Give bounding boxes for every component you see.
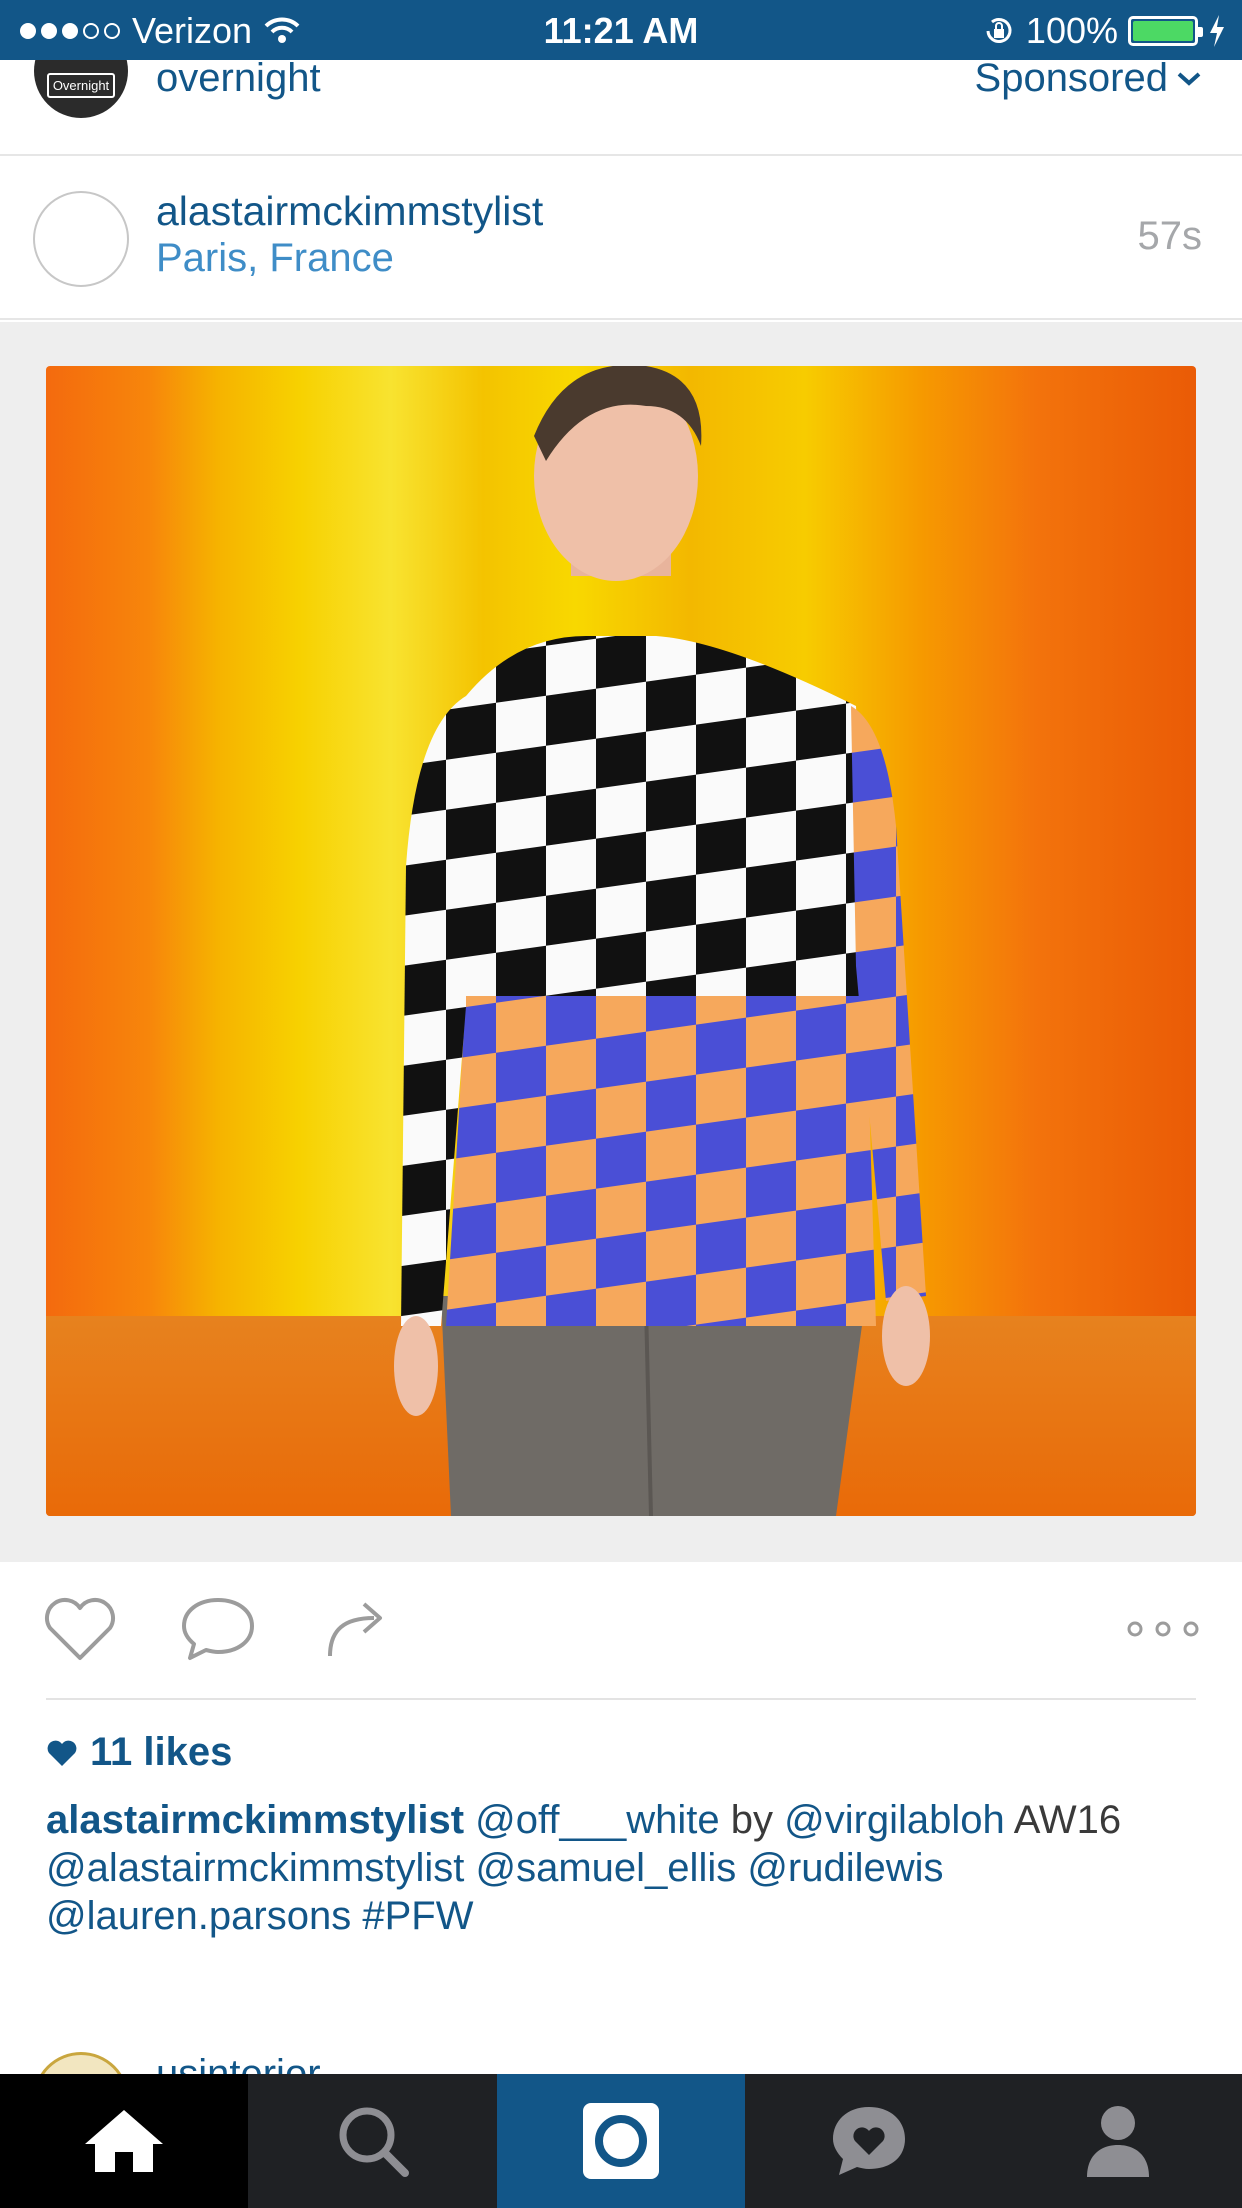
divider	[46, 1698, 1196, 1700]
post-media[interactable]	[0, 322, 1242, 1562]
post-username[interactable]: alastairmckimmstylist	[156, 188, 543, 235]
likes-count[interactable]: 11 likes	[46, 1730, 232, 1775]
likes-text: 11 likes	[90, 1730, 233, 1774]
activity-icon	[833, 2107, 906, 2175]
tab-search[interactable]	[248, 2074, 496, 2208]
avatar[interactable]	[33, 191, 129, 287]
more-options-button[interactable]	[1118, 1594, 1208, 1664]
tab-home[interactable]	[0, 2074, 249, 2208]
status-right: 100%	[982, 10, 1226, 52]
profile-icon	[1086, 2106, 1149, 2177]
battery-icon	[1128, 16, 1203, 46]
next-post-header: usinterior	[0, 2040, 1242, 2074]
home-icon	[85, 2110, 164, 2172]
share-arrow-icon	[328, 1602, 382, 1657]
tab-profile[interactable]	[994, 2074, 1242, 2208]
caption-owner[interactable]: alastairmckimmstylist	[46, 1798, 464, 1842]
charging-icon	[1210, 15, 1224, 47]
post-header: alastairmckimmstylist Paris, France 57s	[0, 156, 1242, 320]
caption-text: by	[719, 1798, 785, 1842]
next-post-username[interactable]: usinterior	[156, 2052, 321, 2074]
camera-icon	[582, 2103, 659, 2179]
rotation-lock-icon	[986, 18, 1012, 43]
post-location[interactable]: Paris, France	[156, 236, 394, 281]
post-timestamp: 57s	[1137, 214, 1203, 258]
comment-icon	[182, 1598, 254, 1660]
sponsored-label[interactable]: Sponsored	[975, 60, 1202, 101]
sponsored-text: Sponsored	[974, 60, 1168, 100]
tab-camera[interactable]	[496, 2074, 746, 2208]
caption-mention[interactable]: @virgilabloh	[784, 1798, 1005, 1842]
caption-mention[interactable]: @off___white	[464, 1798, 719, 1842]
avatar[interactable]: Overnight	[34, 60, 128, 118]
post-caption: alastairmckimmstylist @off___white by @v…	[46, 1796, 1206, 1940]
post-photo[interactable]	[46, 366, 1196, 1516]
comment-button[interactable]	[178, 1594, 258, 1664]
caption-text: AW16	[1004, 1798, 1122, 1842]
tab-bar	[0, 2074, 1242, 2208]
battery-percent: 100%	[1025, 10, 1118, 51]
model-figure-illustration	[394, 366, 930, 1516]
heart-filled-icon	[47, 1740, 77, 1766]
overnight-logo: Overnight	[46, 73, 116, 98]
post-actions	[0, 1562, 1242, 1698]
more-dots-icon	[1127, 1621, 1199, 1637]
like-button[interactable]	[40, 1594, 120, 1664]
status-bar: Verizon 11:21 AM 100%	[0, 0, 1242, 60]
search-icon	[339, 2107, 409, 2177]
share-button[interactable]	[316, 1594, 396, 1664]
sponsored-username[interactable]: overnight	[156, 60, 321, 101]
heart-icon	[44, 1598, 116, 1660]
avatar[interactable]	[33, 2052, 129, 2074]
sponsored-post-header: Overnight overnight Sponsored	[0, 60, 1242, 156]
chevron-down-icon	[1177, 72, 1201, 86]
caption-mentions-hashtags[interactable]: @alastairmckimmstylist @samuel_ellis @ru…	[46, 1846, 944, 1938]
tab-activity[interactable]	[745, 2074, 993, 2208]
